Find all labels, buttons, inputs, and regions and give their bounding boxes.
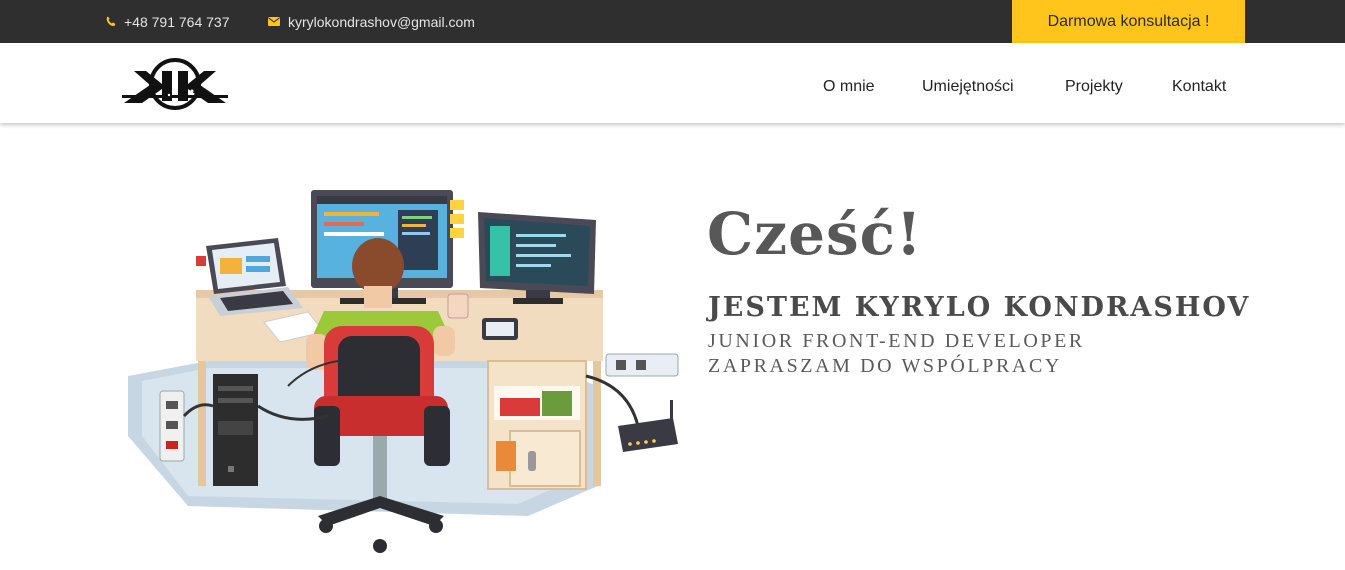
hero-greeting: Cześć! (707, 200, 923, 268)
free-consultation-button[interactable]: Darmowa konsultacja ! (1012, 0, 1245, 43)
top-bar: +48 791 764 737 kyrylokondrashov@gmail.c… (0, 0, 1345, 43)
email-contact[interactable]: kyrylokondrashov@gmail.com (268, 0, 475, 43)
envelope-icon (268, 17, 280, 26)
nav-about[interactable]: O mnie (823, 78, 875, 96)
hero-invite: ZAPRASZAM DO WSPÓLPRACY (708, 355, 1062, 377)
nav-projects[interactable]: Projekty (1065, 78, 1123, 96)
nav-skills[interactable]: Umiejętności (922, 78, 1014, 96)
phone-number: +48 791 764 737 (124, 13, 230, 30)
main-header: O mnie Umiejętności Projekty Kontakt (0, 43, 1345, 123)
phone-contact[interactable]: +48 791 764 737 (106, 0, 230, 43)
hero-role: JUNIOR FRONT-END DEVELOPER (708, 330, 1085, 352)
logo[interactable] (122, 55, 228, 113)
email-address: kyrylokondrashov@gmail.com (288, 13, 475, 30)
developer-at-desk-illustration (128, 190, 679, 553)
nav-contact[interactable]: Kontakt (1172, 78, 1226, 96)
phone-icon (106, 16, 116, 27)
hero-name: JESTEM KYRYLO KONDRASHOV (708, 292, 1251, 323)
